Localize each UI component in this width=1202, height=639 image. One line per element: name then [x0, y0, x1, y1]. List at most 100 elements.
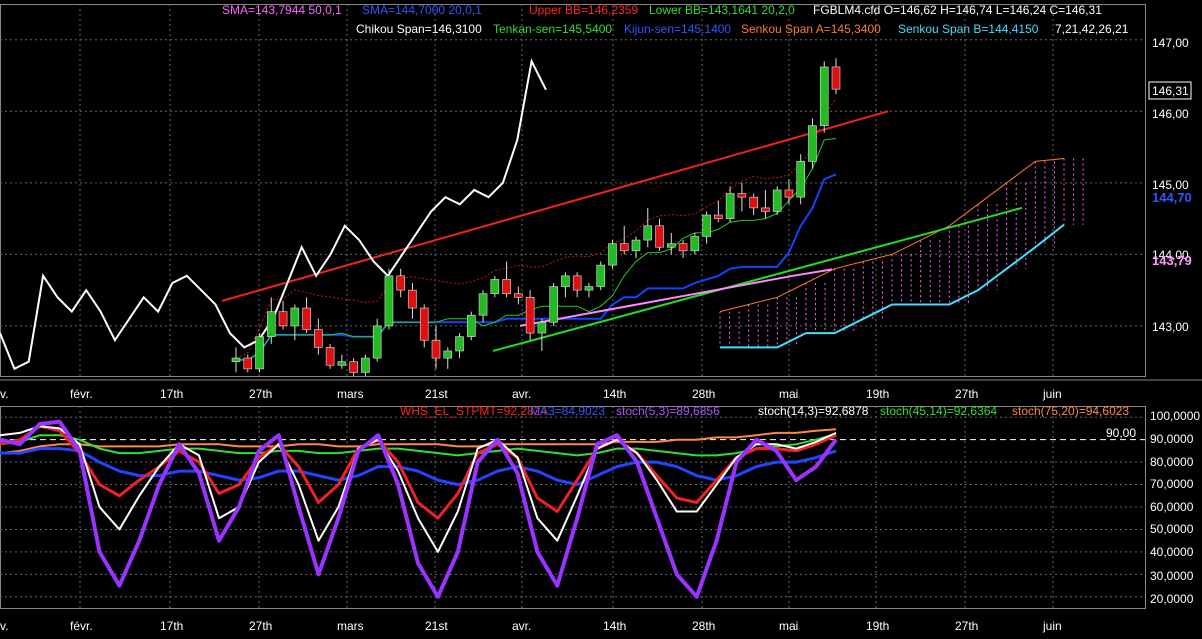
time-label: 21st — [425, 387, 448, 401]
candle-body — [349, 361, 358, 373]
candle-body — [678, 243, 688, 252]
candle-body — [619, 243, 629, 252]
osc-tick-20: 20,0000 — [1150, 592, 1194, 606]
osc-tick-40: 40,0000 — [1150, 545, 1194, 559]
time-label: 27th — [955, 619, 978, 633]
candle-body — [584, 286, 594, 291]
candle-body — [361, 357, 370, 373]
candle-body — [819, 66, 829, 126]
candle-body — [608, 243, 617, 266]
candle-body — [443, 350, 453, 359]
time-label: 19th — [866, 619, 889, 633]
time-label: févr. — [70, 387, 93, 401]
candle-body — [278, 311, 288, 327]
candle-body — [325, 347, 335, 366]
candle-body — [690, 236, 700, 252]
candle-body — [737, 193, 747, 198]
candle-body — [302, 307, 311, 330]
candle-body — [396, 275, 406, 291]
time-label: 27th — [249, 619, 272, 633]
osc-legend-stoch14: stoch(14,3)=92,6878 — [758, 404, 869, 418]
candle-body — [725, 193, 735, 219]
candle-body — [408, 289, 417, 309]
time-label: 28th — [692, 387, 715, 401]
candle-body — [231, 357, 241, 362]
candle-body — [761, 207, 770, 212]
sma20-price-label: 144,70 — [1152, 190, 1192, 205]
time-label: juin — [1042, 619, 1062, 633]
time-label: 27th — [249, 387, 272, 401]
candle-body — [290, 307, 300, 327]
sma50-price-label: 143,79 — [1152, 253, 1192, 268]
time-label: 14th — [603, 387, 626, 401]
time-label: 17th — [160, 619, 183, 633]
time-label: 28th — [692, 619, 715, 633]
time-label: 21st — [425, 619, 448, 633]
candle-body — [643, 225, 653, 241]
candle-body — [490, 279, 500, 295]
candle-body — [419, 307, 429, 341]
price-tick-147: 147,00 — [1152, 36, 1189, 50]
time-label: 19th — [866, 387, 889, 401]
osc-tick-90: 90,0000 — [1150, 432, 1194, 446]
candle-body — [525, 297, 535, 334]
candle-body — [372, 325, 382, 359]
candle-body — [314, 329, 323, 348]
candle-body — [784, 189, 794, 198]
osc-tick-70: 70,0000 — [1150, 477, 1194, 491]
candle-body — [808, 125, 817, 162]
candle-body — [255, 336, 264, 370]
osc-legend-stoch5: stoch(5,3)=89,6856 — [616, 404, 720, 418]
candle-body — [537, 322, 547, 334]
candle-body — [561, 275, 570, 287]
candle-body — [514, 293, 523, 298]
chart-window: SMA=143,7944 50,0,1 SMA=144,7000 20,0,1 … — [0, 0, 1202, 634]
header-row1-sma20: SMA=144,7000 20,0,1 — [362, 3, 482, 17]
time-label: juin — [1042, 387, 1062, 401]
time-label: mars — [337, 387, 364, 401]
candle-body — [466, 314, 476, 337]
candle-body — [749, 196, 758, 209]
price-tick-143: 143,00 — [1152, 320, 1189, 334]
time-label: v. — [0, 387, 8, 401]
osc-level-label: 90,00 — [1106, 426, 1136, 440]
header-row2-senkou-b: Senkou Span B=144,4150 — [898, 22, 1039, 36]
header-row2-chikou: Chikou Span=146,3100 — [356, 22, 482, 36]
header-row1-upper-bb: Upper BB=146,2359 — [529, 3, 638, 17]
candle-body — [572, 275, 582, 291]
time-label: v. — [0, 619, 8, 633]
candle-body — [714, 214, 723, 219]
osc-tick-50: 50,0000 — [1150, 522, 1194, 536]
osc-tick-100: 100,0000 — [1150, 409, 1200, 423]
time-label: 14th — [603, 619, 626, 633]
osc-legend-stoch45: stoch(45,14)=92,6364 — [880, 404, 997, 418]
time-label: 17th — [160, 387, 183, 401]
time-label: févr. — [70, 619, 93, 633]
header-row2-params: 7,21,42,26,21 — [1055, 22, 1129, 36]
time-label: mai — [779, 619, 798, 633]
header-row2-senkou-a: Senkou Span A=145,3400 — [741, 22, 881, 36]
header-row1-lower-bb: Lower BB=143,1641 20,2,0 — [649, 3, 795, 17]
candle-body — [431, 339, 441, 359]
candle-body — [337, 361, 347, 366]
candle-body — [772, 189, 782, 212]
osc-tick-80: 80,0000 — [1150, 455, 1194, 469]
candle-body — [384, 275, 394, 327]
candle-body — [666, 243, 676, 248]
header-row2-kijun: Kijun-sen=145,1400 — [624, 22, 731, 36]
osc-tick-30: 30,0000 — [1150, 569, 1194, 583]
time-label: 27th — [955, 387, 978, 401]
osc-tick-60: 60,0000 — [1150, 500, 1194, 514]
candle-body — [455, 336, 464, 352]
time-label: mai — [779, 387, 798, 401]
candle-body — [502, 279, 511, 295]
candle-body — [596, 264, 606, 287]
candle-body — [243, 357, 253, 370]
chart-canvas[interactable]: SMA=143,7944 50,0,1 SMA=144,7000 20,0,1 … — [0, 0, 1202, 634]
osc-legend-whs: WHS_EL_STPMT=92,2824 — [400, 404, 547, 418]
current-price-label: 146,31 — [1152, 84, 1189, 98]
price-tick-146: 146,00 — [1152, 107, 1189, 121]
time-label: avr. — [512, 619, 531, 633]
candle-body — [266, 311, 276, 337]
candle-body — [831, 66, 841, 90]
